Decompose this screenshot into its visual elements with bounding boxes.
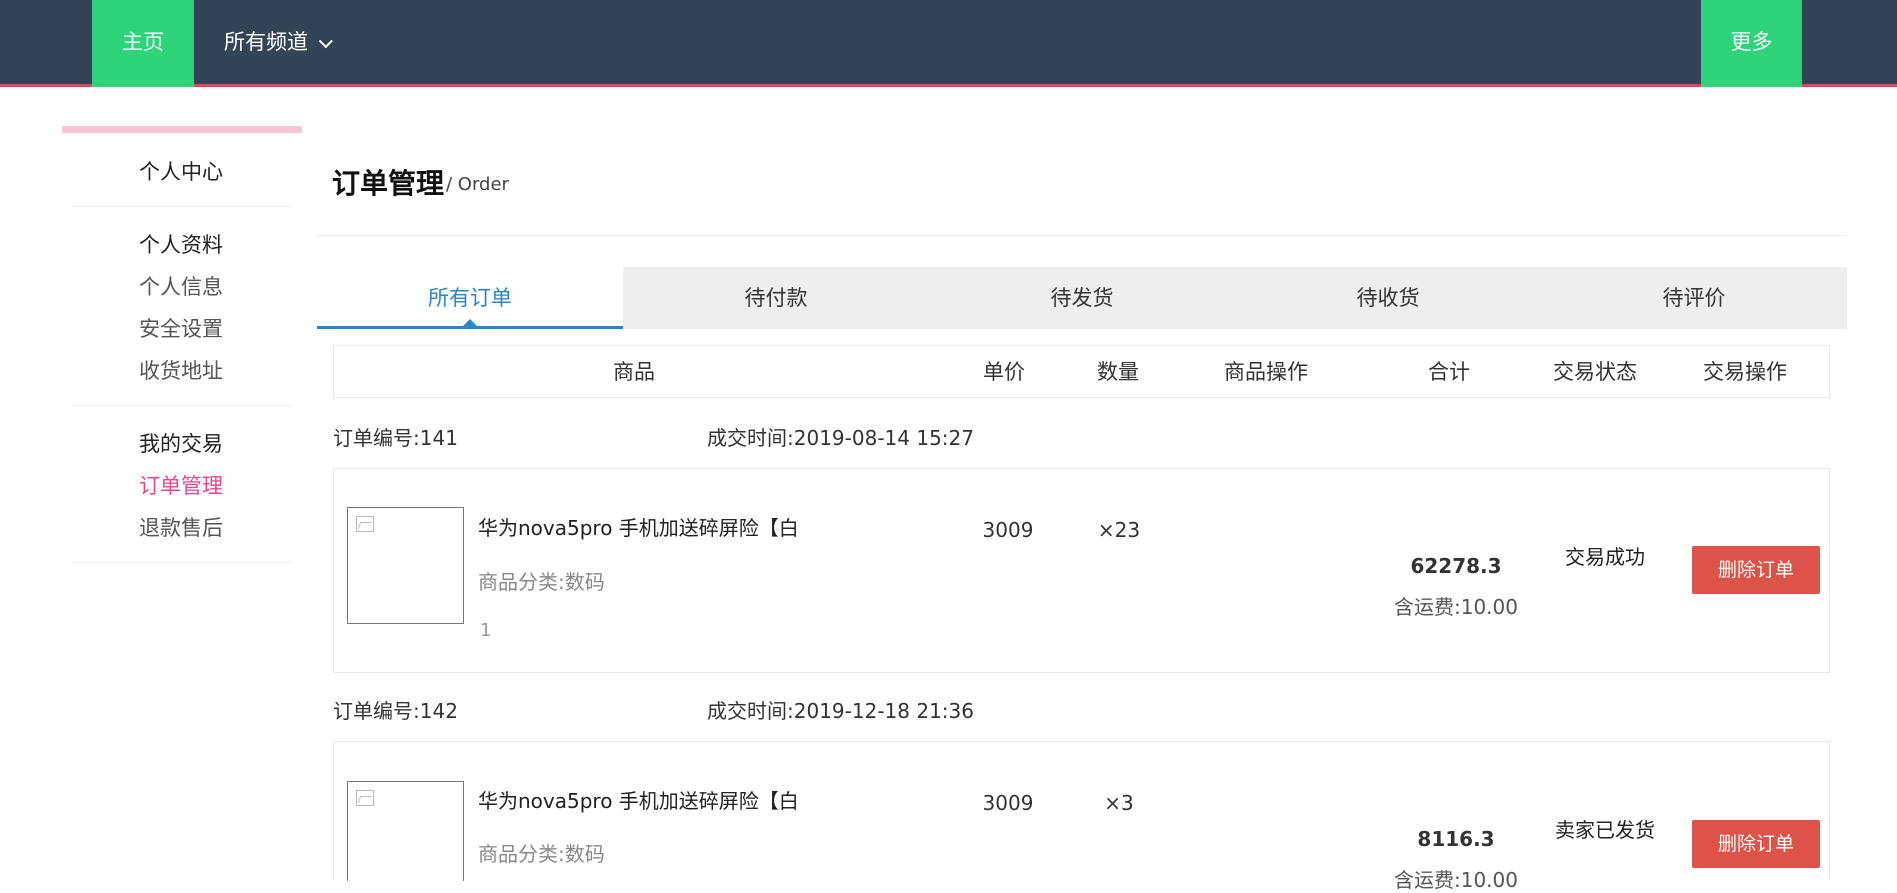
order-table-header: 商品 单价 数量 商品操作 合计 交易状态 交易操作 [333,345,1830,398]
col-product-action: 商品操作 [1224,360,1308,384]
title-divider [317,235,1847,236]
col-total: 合计 [1428,360,1470,384]
sidebar-heading-profile: 个人资料 [139,233,223,257]
unit-price: 3009 [982,791,1034,815]
tab-pending-receipt[interactable]: 待收货 [1235,267,1541,329]
sidebar-item-orders[interactable]: 订单管理 [139,470,223,500]
product-thumbnail[interactable] [347,781,464,881]
order-time: 成交时间:2019-12-18 21:36 [707,699,974,723]
order-number: 订单编号:142 [333,699,458,723]
quantity: ×23 [1097,518,1141,542]
quantity: ×3 [1104,791,1134,815]
product-name-link[interactable]: 华为nova5pro 手机加送碎屏险【白 [478,512,799,541]
col-quantity: 数量 [1097,360,1139,384]
nav-channels-label: 所有频道 [224,30,308,54]
tab-all-orders[interactable]: 所有订单 [317,267,623,329]
trade-status: 卖家已发货 [1555,818,1655,842]
nav-channels-dropdown[interactable]: 所有频道 [224,0,333,84]
trade-status: 交易成功 [1565,545,1645,569]
order-time: 成交时间:2019-08-14 15:27 [707,426,974,450]
sidebar-item-personal-info[interactable]: 个人信息 [139,271,223,301]
chevron-down-icon [318,34,333,49]
col-product: 商品 [613,360,655,384]
product-thumbnail[interactable] [347,507,464,624]
nav-home-link[interactable]: 主页 [92,0,194,87]
image-placeholder-icon [356,790,374,806]
sidebar-accent-bar [62,126,302,133]
page-title: 订单管理 [332,167,445,200]
order-tabs: 所有订单 待付款 待发货 待收货 待评价 [317,267,1847,329]
sidebar-item-refunds[interactable]: 退款售后 [139,512,223,542]
sidebar-divider [72,206,292,207]
image-placeholder-icon [356,516,374,532]
delete-order-button[interactable]: 删除订单 [1692,820,1820,868]
tab-pending-review[interactable]: 待评价 [1541,267,1847,329]
product-category: 商品分类:数码 [478,842,605,866]
sidebar-divider [72,405,292,406]
order-shipping: 含运费:10.00 [1394,868,1518,892]
col-trade-status: 交易状态 [1553,360,1637,384]
col-trade-action: 交易操作 [1703,360,1787,384]
order-shipping: 含运费:10.00 [1394,595,1518,619]
delete-order-button[interactable]: 删除订单 [1692,546,1820,594]
tab-pending-payment[interactable]: 待付款 [623,267,929,329]
sidebar-item-security[interactable]: 安全设置 [139,313,223,343]
product-extra-info: 1 [480,620,492,641]
product-name-link[interactable]: 华为nova5pro 手机加送碎屏险【白 [478,785,799,814]
order-total: 8116.3 [1417,827,1495,851]
unit-price: 3009 [982,518,1034,542]
tab-pending-shipment[interactable]: 待发货 [929,267,1235,329]
order-number: 订单编号:141 [333,426,458,450]
nav-more-link[interactable]: 更多 [1701,0,1802,87]
sidebar-personal-center[interactable]: 个人中心 [139,156,223,186]
sidebar-heading-trade: 我的交易 [139,432,223,456]
page-subtitle: / Order [446,174,509,195]
sidebar-item-address[interactable]: 收货地址 [139,355,223,385]
sidebar-divider [72,562,292,563]
top-nav-bar: 主页 所有频道 更多 [0,0,1897,87]
product-category: 商品分类:数码 [478,570,605,594]
order-total: 62278.3 [1410,554,1502,578]
col-unit-price: 单价 [983,360,1025,384]
